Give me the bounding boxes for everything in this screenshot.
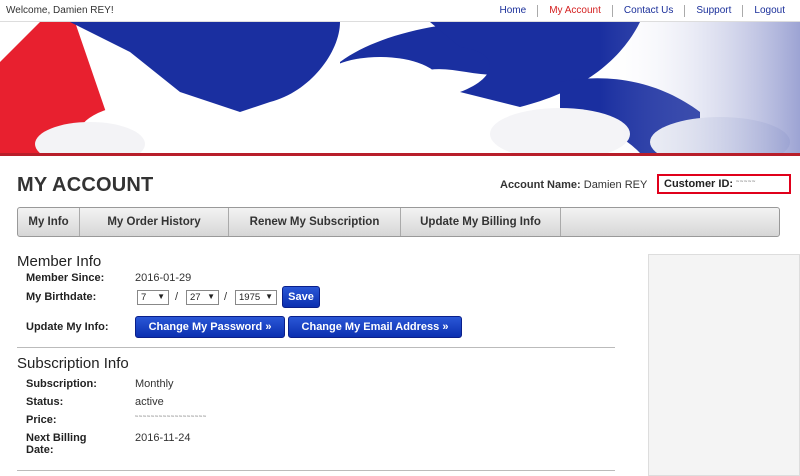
change-email-button[interactable]: Change My Email Address »	[288, 316, 462, 338]
status-value: active	[135, 396, 164, 408]
account-name-value: Damien REY	[583, 179, 648, 191]
member-since-label: Member Since:	[26, 272, 105, 284]
next-billing-label-line2: Date:	[26, 444, 54, 456]
price-value: ˜˜˜˜˜˜˜˜˜˜˜˜˜˜˜˜˜˜	[135, 414, 207, 424]
subscription-value: Monthly	[135, 378, 174, 390]
top-nav: Home My Account Contact Us Support Logou…	[489, 5, 796, 17]
member-info-heading: Member Info	[17, 253, 102, 270]
birth-day-value: 27	[190, 292, 201, 303]
sidebar-panel	[648, 254, 800, 476]
status-label: Status:	[26, 396, 64, 408]
nav-my-account-link[interactable]: My Account	[537, 5, 612, 17]
customer-id-label: Customer ID:	[664, 178, 734, 190]
price-label: Price:	[26, 414, 57, 426]
account-name: Account Name: Damien REY	[500, 179, 647, 191]
update-info-label: Update My Info:	[26, 321, 109, 333]
member-since-value: 2016-01-29	[135, 272, 192, 284]
customer-id-value: ˜˜˜˜˜	[736, 179, 757, 189]
banner-divider	[0, 153, 800, 156]
birth-month-select[interactable]: 7 ▼	[137, 290, 169, 305]
tab-renew-subscription[interactable]: Renew My Subscription	[229, 208, 401, 236]
nav-home-link[interactable]: Home	[489, 5, 538, 17]
account-name-label: Account Name:	[500, 179, 581, 191]
tab-my-order-history[interactable]: My Order History	[80, 208, 229, 236]
section-divider	[17, 470, 615, 471]
birthdate-label: My Birthdate:	[26, 291, 97, 303]
birth-day-select[interactable]: 27 ▼	[186, 290, 219, 305]
chevron-down-icon: ▼	[157, 292, 165, 301]
welcome-message: Welcome, Damien REY!	[6, 5, 114, 16]
birth-year-value: 1975	[239, 292, 261, 303]
birth-month-value: 7	[141, 292, 147, 303]
change-password-button[interactable]: Change My Password »	[135, 316, 285, 338]
tab-update-billing-info[interactable]: Update My Billing Info	[401, 208, 561, 236]
chevron-down-icon: ▼	[207, 292, 215, 301]
header-banner	[0, 22, 800, 153]
nav-contact-us-link[interactable]: Contact Us	[611, 5, 684, 17]
nav-support-link[interactable]: Support	[684, 5, 742, 17]
page-title: MY ACCOUNT	[17, 174, 154, 196]
next-billing-value: 2016-11-24	[135, 432, 191, 444]
customer-id-box: Customer ID: ˜˜˜˜˜	[657, 174, 791, 194]
banner-artwork	[0, 22, 800, 153]
next-billing-label: Next Billing Date:	[26, 432, 87, 456]
chevron-down-icon: ▼	[265, 292, 273, 301]
tab-my-info[interactable]: My Info	[18, 208, 80, 236]
subscription-label: Subscription:	[26, 378, 97, 390]
subscription-info-heading: Subscription Info	[17, 355, 129, 372]
birth-year-select[interactable]: 1975 ▼	[235, 290, 277, 305]
section-divider	[17, 347, 615, 348]
date-separator: /	[224, 291, 228, 303]
save-birthdate-button[interactable]: Save	[282, 286, 320, 308]
nav-logout-link[interactable]: Logout	[742, 5, 796, 17]
next-billing-label-line1: Next Billing	[26, 432, 87, 444]
account-tabs: My Info My Order History Renew My Subscr…	[17, 207, 780, 237]
date-separator: /	[175, 291, 179, 303]
top-bar: Welcome, Damien REY! Home My Account Con…	[0, 0, 800, 22]
